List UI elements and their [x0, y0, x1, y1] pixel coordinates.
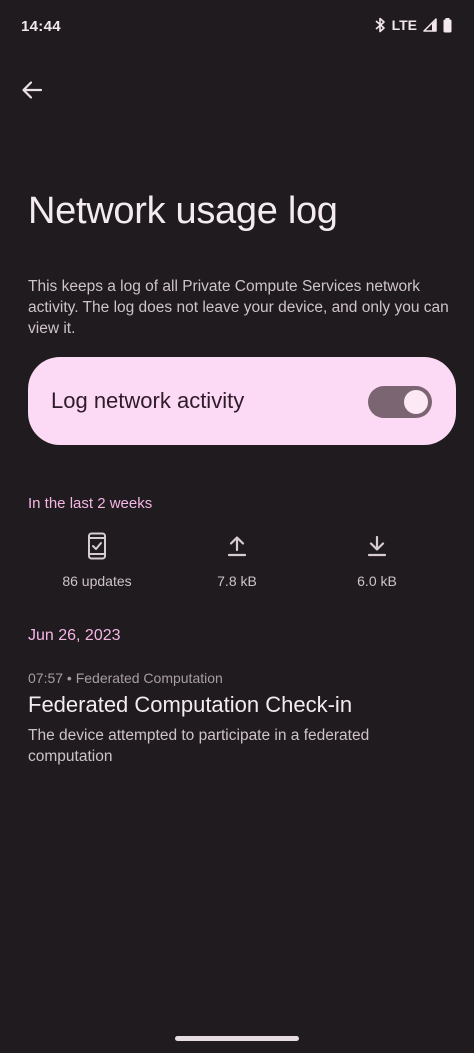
gesture-navigation-bar[interactable] — [175, 1036, 299, 1041]
log-date-header: Jun 26, 2023 — [28, 627, 121, 644]
network-type-label: LTE — [391, 17, 417, 33]
summary-section-header: In the last 2 weeks — [28, 495, 153, 512]
arrow-back-icon — [21, 79, 43, 106]
page-description: This keeps a log of all Private Compute … — [28, 278, 449, 337]
page-title: Network usage log — [28, 190, 338, 232]
signal-icon — [423, 18, 437, 32]
log-entry-title: Federated Computation Check-in — [28, 692, 353, 717]
stat-value: 7.8 kB — [217, 573, 257, 589]
battery-icon — [443, 17, 452, 33]
phone-check-icon — [27, 530, 167, 562]
toggle-label: Log network activity — [51, 388, 245, 413]
status-time: 14:44 — [21, 18, 61, 35]
log-network-activity-switch[interactable] — [368, 386, 432, 418]
stat-upload: 7.8 kB — [167, 530, 307, 589]
log-entry-meta: 07:57 • Federated Computation — [28, 670, 223, 686]
download-icon — [307, 530, 447, 562]
status-icons: LTE — [374, 17, 452, 33]
back-button[interactable] — [12, 72, 52, 112]
switch-thumb — [404, 390, 428, 414]
bluetooth-icon — [374, 17, 386, 33]
upload-icon — [167, 530, 307, 562]
stat-value: 6.0 kB — [357, 573, 397, 589]
log-network-activity-toggle-card[interactable]: Log network activity — [28, 357, 456, 445]
stat-value: 86 updates — [62, 573, 132, 589]
stat-updates: 86 updates — [27, 530, 167, 589]
log-entry-description: The device attempted to participate in a… — [28, 727, 370, 765]
stat-download: 6.0 kB — [307, 530, 447, 589]
status-bar: 14:44 LTE — [0, 0, 474, 58]
